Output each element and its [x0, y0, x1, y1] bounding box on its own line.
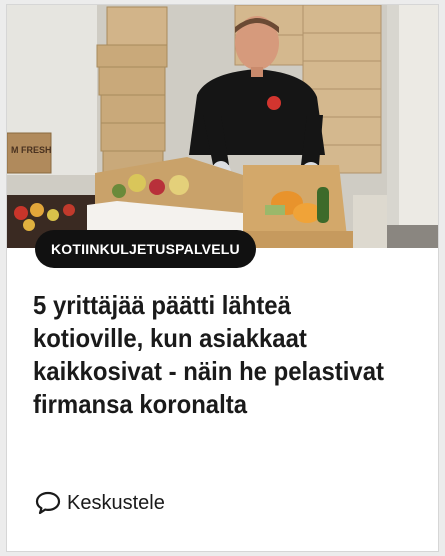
headline-line[interactable]: firmansa koronalta — [33, 388, 396, 421]
speech-bubble-icon — [35, 491, 61, 515]
headline-line[interactable]: 5 yrittäjää päätti lähteä — [33, 289, 396, 322]
comments-label: Keskustele — [67, 491, 165, 514]
headline-line[interactable]: kaikkosivat - näin he pelastivat — [33, 355, 396, 388]
article-card[interactable]: M FRESH KOTIINKULJETUSPALVELU 5 yrittäjä… — [6, 4, 439, 552]
article-photo[interactable]: M FRESH — [7, 5, 438, 248]
category-badge[interactable]: KOTIINKULJETUSPALVELU — [35, 230, 256, 268]
comments-link[interactable]: Keskustele — [35, 491, 165, 515]
headline-line[interactable]: kotioville, kun asiakkaat — [33, 322, 396, 355]
article-headline[interactable]: 5 yrittäjää päätti lähteä kotioville, ku… — [33, 289, 396, 421]
svg-text:M FRESH: M FRESH — [11, 145, 52, 155]
